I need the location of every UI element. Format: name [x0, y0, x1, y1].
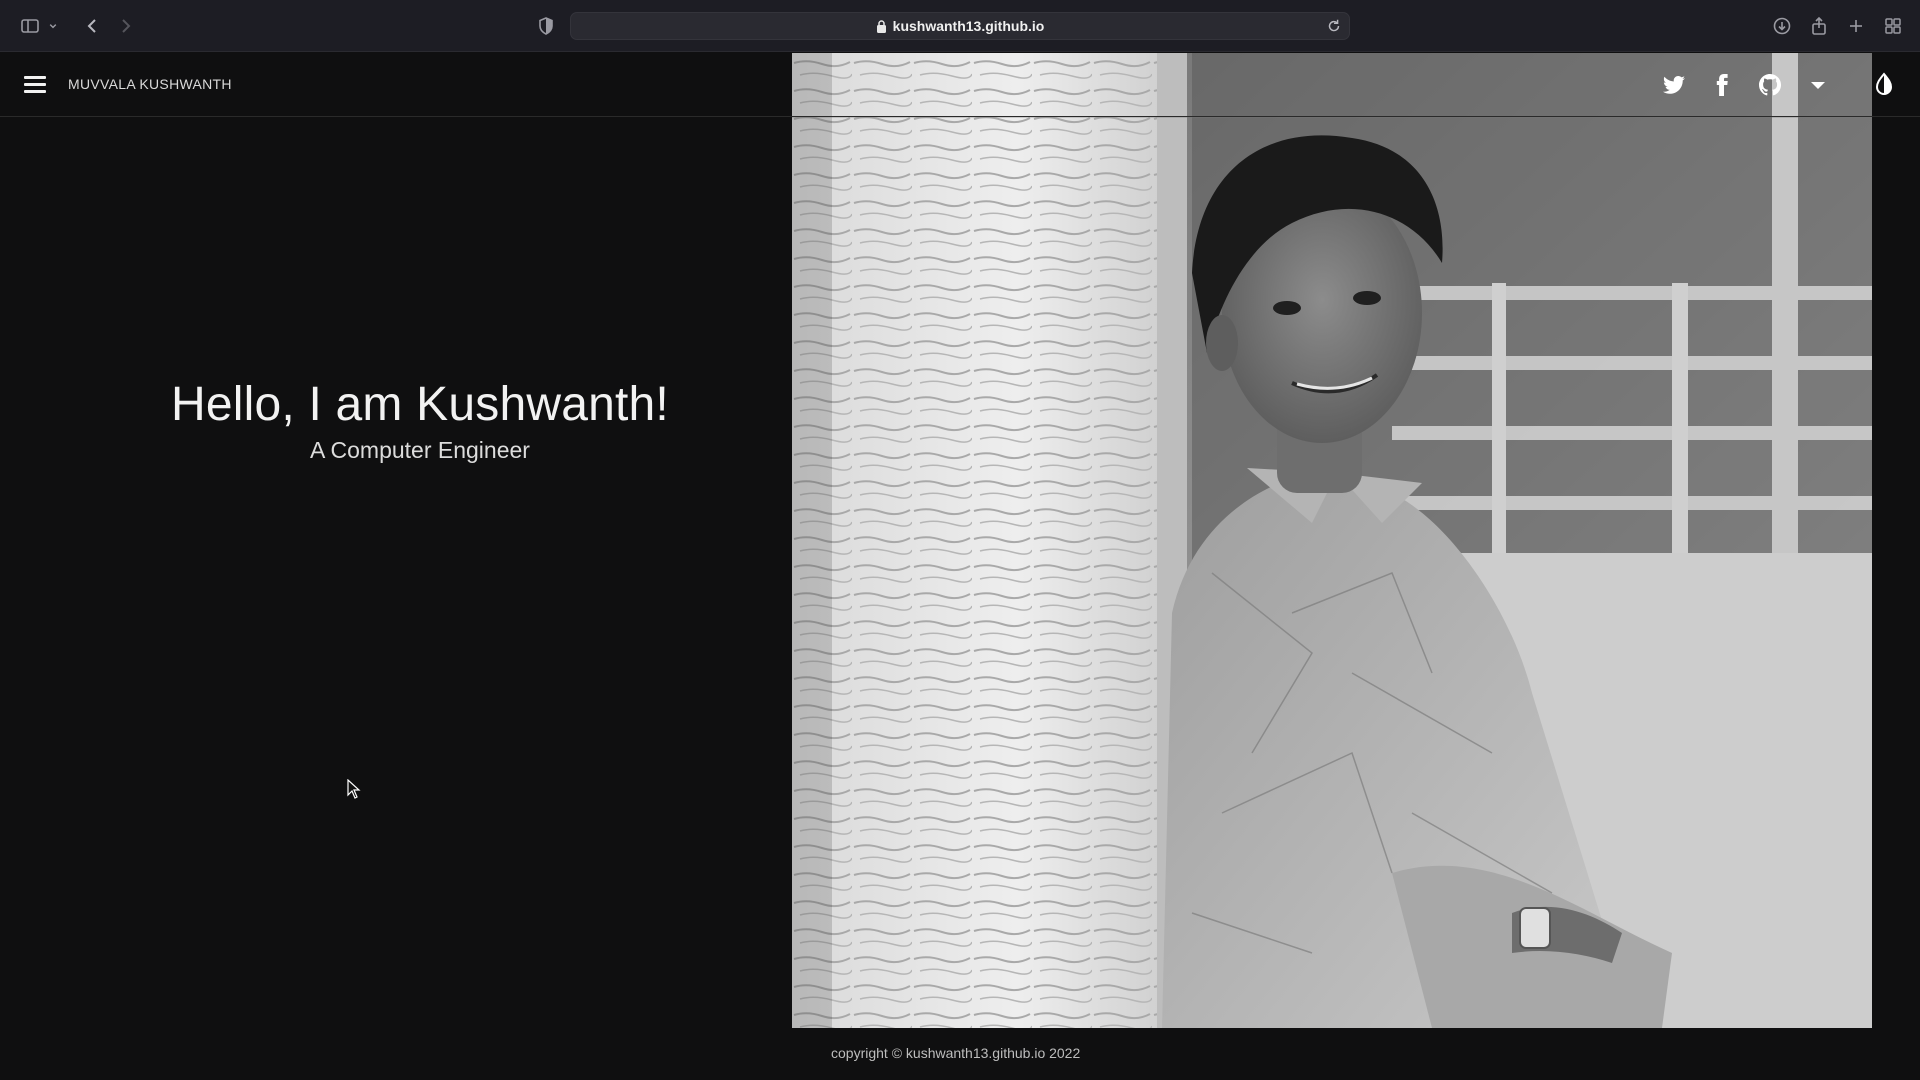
- profile-photo: [792, 53, 1872, 1028]
- reload-icon[interactable]: [1325, 17, 1343, 35]
- hamburger-menu-icon[interactable]: [24, 73, 48, 97]
- facebook-icon[interactable]: [1706, 69, 1738, 101]
- download-icon[interactable]: [1770, 14, 1794, 38]
- lock-icon: [876, 19, 886, 33]
- address-bar[interactable]: kushwanth13.github.io: [570, 12, 1350, 40]
- forward-icon[interactable]: [114, 14, 138, 38]
- footer-copyright: copyright © kushwanth13.github.io 2022: [831, 1045, 1081, 1061]
- shield-icon[interactable]: [534, 14, 558, 38]
- hero-title: Hello, I am Kushwanth!: [171, 378, 669, 431]
- share-icon[interactable]: [1807, 14, 1831, 38]
- hero-section: [0, 117, 792, 1027]
- sidebar-toggle-icon[interactable]: [18, 14, 42, 38]
- site-header: MUVVALA KUSHWANTH: [0, 53, 1920, 117]
- twitter-icon[interactable]: [1658, 69, 1690, 101]
- new-tab-icon[interactable]: [1844, 14, 1868, 38]
- tab-overview-icon[interactable]: [1881, 14, 1905, 38]
- browser-toolbar: kushwanth13.github.io: [0, 0, 1920, 52]
- caret-down-icon[interactable]: [1802, 69, 1834, 101]
- site-brand[interactable]: MUVVALA KUSHWANTH: [68, 76, 232, 92]
- back-icon[interactable]: [80, 14, 104, 38]
- github-icon[interactable]: [1754, 69, 1786, 101]
- mouse-cursor-icon: [347, 779, 361, 799]
- hero-subtitle: A Computer Engineer: [310, 437, 530, 463]
- chevron-down-icon[interactable]: [46, 14, 60, 38]
- contrast-icon[interactable]: [1870, 71, 1898, 99]
- url-text: kushwanth13.github.io: [892, 18, 1045, 34]
